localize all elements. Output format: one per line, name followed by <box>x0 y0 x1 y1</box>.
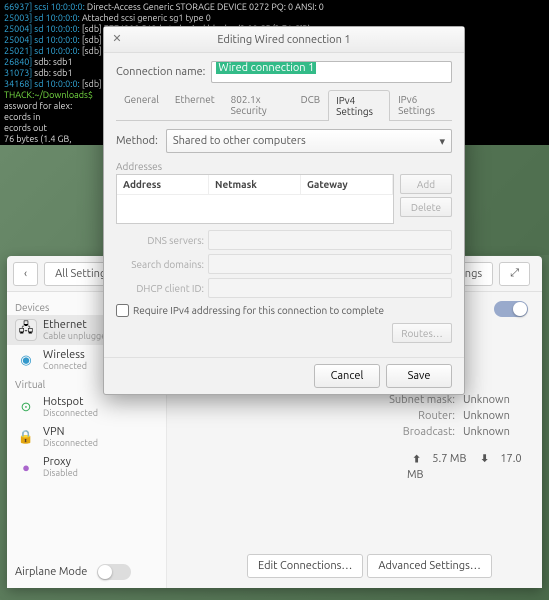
dialog-titlebar: ✕ Editing Wired connection 1 <box>104 27 464 53</box>
tab-ipv6[interactable]: IPv6 Settings <box>390 89 452 120</box>
sidebar-item-vpn[interactable]: 🔒 VPNDisconnected <box>7 422 166 452</box>
airplane-toggle[interactable] <box>97 564 131 580</box>
tab-bar: General Ethernet 802.1x Security DCB IPv… <box>116 89 452 121</box>
method-label: Method: <box>116 135 158 147</box>
edit-connection-dialog: ✕ Editing Wired connection 1 Connection … <box>103 26 465 395</box>
dhcp-label: DHCP client ID: <box>116 283 204 294</box>
method-select[interactable]: Shared to other computers ▾ <box>166 129 452 153</box>
connection-name-input[interactable]: Wired connection 1 <box>211 61 452 83</box>
airplane-mode-row: Airplane Mode <box>15 564 131 580</box>
edit-connections-button[interactable]: Edit Connections… <box>247 554 363 578</box>
expand-button[interactable]: ⤢ <box>499 262 530 286</box>
ethernet-toggle[interactable] <box>494 301 528 317</box>
addresses-label: Addresses <box>116 161 452 172</box>
sidebar-item-hotspot[interactable]: ⊙ HotspotDisconnected <box>7 392 166 422</box>
ethernet-icon: 🖧 <box>15 319 37 341</box>
upload-icon: 🠭 <box>413 453 420 465</box>
col-netmask: Netmask <box>209 175 301 194</box>
wifi-icon: ◉ <box>15 349 37 371</box>
dhcp-input[interactable] <box>208 278 452 298</box>
chevron-down-icon: ▾ <box>439 135 445 148</box>
tab-general[interactable]: General <box>116 89 167 120</box>
proxy-icon: ● <box>15 456 37 478</box>
add-button[interactable]: Add <box>400 174 452 194</box>
tab-ethernet[interactable]: Ethernet <box>167 89 223 120</box>
sidebar-item-proxy[interactable]: ● ProxyDisabled <box>7 452 166 482</box>
connection-name-label: Connection name: <box>116 66 205 78</box>
delete-button[interactable]: Delete <box>400 197 452 217</box>
routes-button[interactable]: Routes… <box>392 323 452 343</box>
search-domains-input[interactable] <box>208 254 452 274</box>
lock-icon: 🔒 <box>15 426 37 448</box>
download-icon: 🠯 <box>481 453 488 465</box>
cancel-button[interactable]: Cancel <box>314 364 380 388</box>
col-address: Address <box>117 175 209 194</box>
back-button[interactable]: ‹ <box>13 262 38 286</box>
search-domains-label: Search domains: <box>116 259 204 270</box>
require-ipv4-label: Require IPv4 addressing for this connect… <box>133 305 384 316</box>
dns-label: DNS servers: <box>116 235 204 246</box>
col-gateway: Gateway <box>301 175 393 194</box>
tab-8021x[interactable]: 802.1x Security <box>223 89 293 120</box>
tab-dcb[interactable]: DCB <box>293 89 329 120</box>
advanced-settings-button[interactable]: Advanced Settings… <box>367 554 491 578</box>
hotspot-icon: ⊙ <box>15 396 37 418</box>
close-icon[interactable]: ✕ <box>110 32 124 46</box>
tab-ipv4[interactable]: IPv4 Settings <box>328 90 390 121</box>
addresses-table[interactable]: Address Netmask Gateway <box>116 174 394 224</box>
transfer-stats: 🠭5.7 MB 🠯17.0 MB <box>407 450 542 481</box>
save-button[interactable]: Save <box>386 364 452 388</box>
info-block: Subnet mask:Unknown Router:Unknown Broad… <box>365 392 510 440</box>
require-ipv4-checkbox[interactable] <box>116 304 129 317</box>
dns-input[interactable] <box>208 230 452 250</box>
